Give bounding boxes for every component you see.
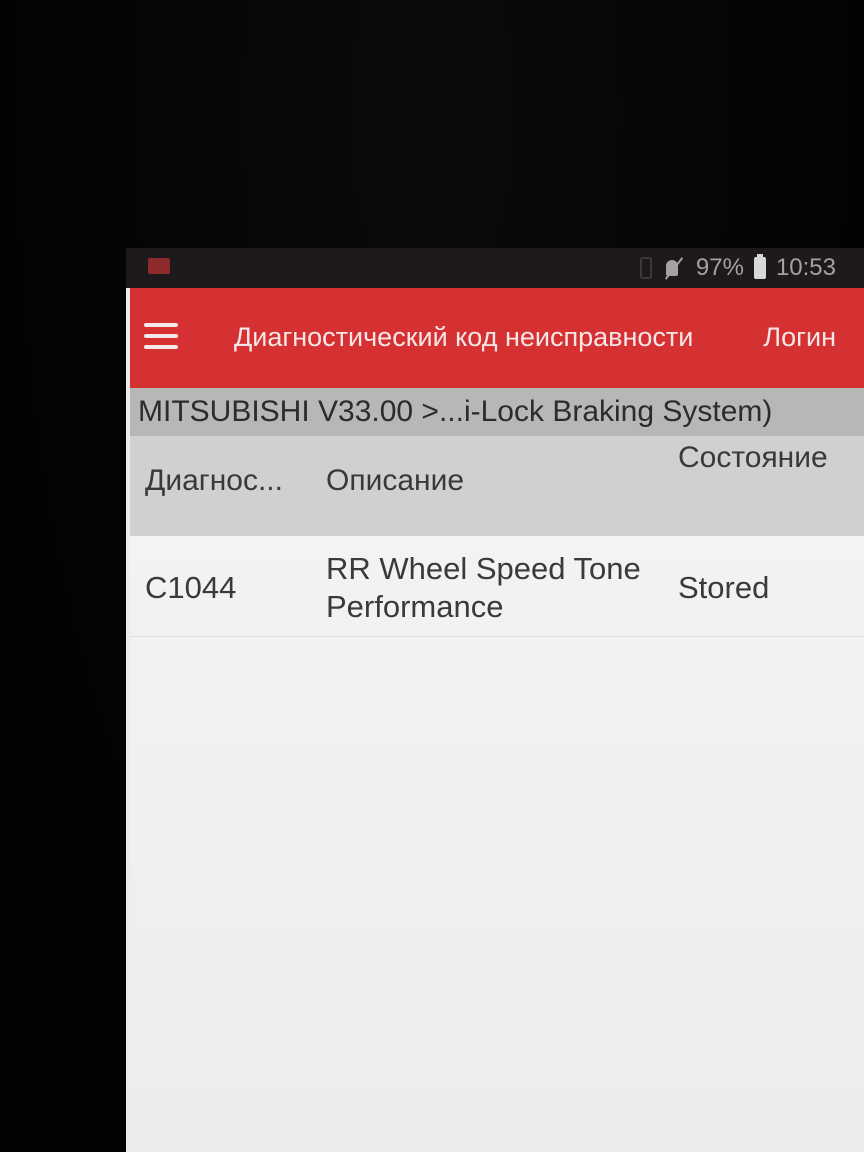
battery-percent: 97% xyxy=(695,254,744,281)
vibrate-icon xyxy=(639,257,652,279)
column-header-code[interactable]: Диагнос... xyxy=(145,464,305,498)
mute-icon xyxy=(662,256,686,280)
status-indicators: 97% 10:53 xyxy=(639,254,836,282)
hamburger-menu-icon[interactable] xyxy=(144,323,178,351)
battery-icon xyxy=(753,254,766,279)
app-bar: Диагностический код неисправности Логин xyxy=(130,288,864,388)
dtc-state: Stored xyxy=(678,570,770,605)
dtc-code: C1044 xyxy=(145,570,237,605)
dtc-description: RR Wheel Speed Tone Performance xyxy=(326,551,641,624)
column-header-description[interactable]: Описание xyxy=(326,464,464,498)
status-bar: 97% 10:53 xyxy=(126,248,864,288)
page-title: Диагностический код неисправности xyxy=(234,322,694,352)
column-header-state[interactable]: Состояние xyxy=(678,438,838,477)
table-row[interactable]: C1044 RR Wheel Speed Tone Performance St… xyxy=(130,536,864,637)
clock: 10:53 xyxy=(775,254,836,281)
table-header: Диагнос... Описание Состояние xyxy=(130,436,864,536)
app-notification-icon xyxy=(148,258,170,274)
login-button[interactable]: Логин xyxy=(763,322,836,353)
device-screen: 97% 10:53 Диагностический код неисправно… xyxy=(126,248,864,1152)
dtc-table-body: C1044 RR Wheel Speed Tone Performance St… xyxy=(130,536,864,1152)
breadcrumb: MITSUBISHI V33.00 >...i-Lock Braking Sys… xyxy=(130,388,864,436)
